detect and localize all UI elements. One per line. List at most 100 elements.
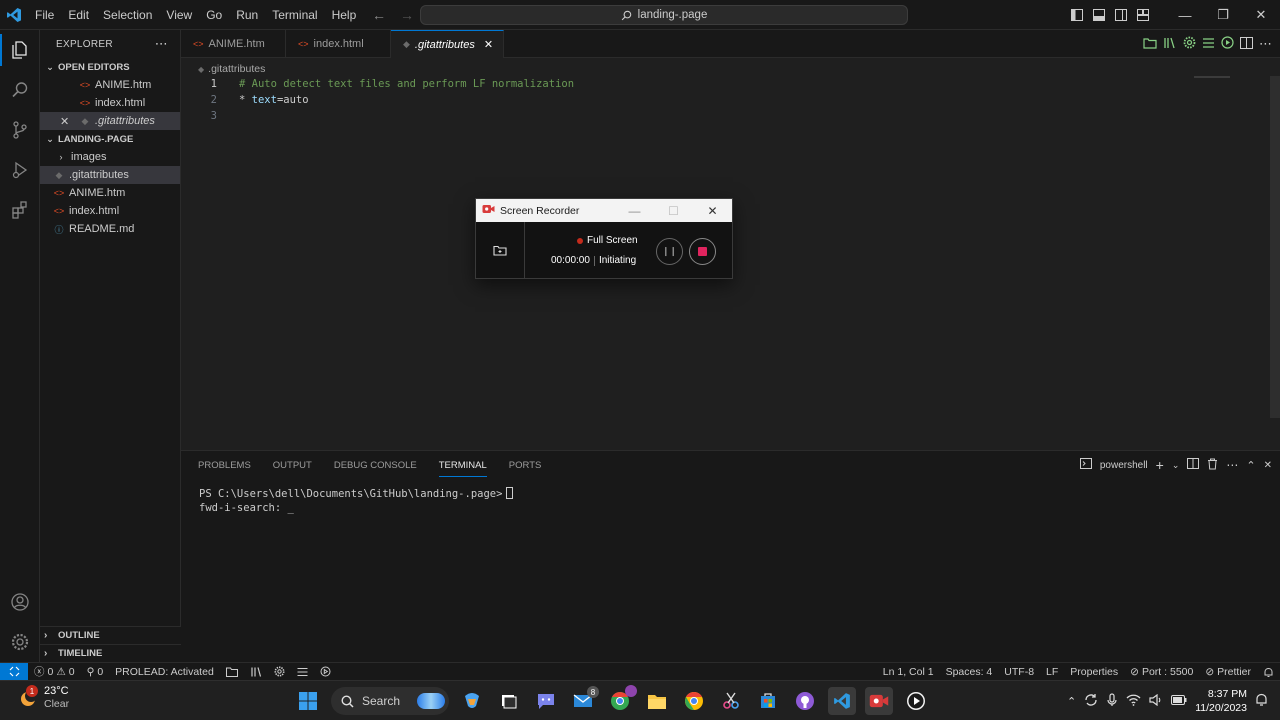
settings-gear-icon[interactable] — [268, 666, 291, 677]
encoding-status[interactable]: UTF-8 — [998, 666, 1040, 678]
explorer-icon[interactable] — [0, 30, 40, 70]
open-editor-gitattributes[interactable]: ✕ ◆ .gitattributes — [40, 112, 180, 130]
tab-debug-console[interactable]: DEBUG CONSOLE — [334, 451, 417, 479]
search-icon[interactable] — [0, 70, 40, 110]
more-actions-icon[interactable]: ⋯ — [1226, 458, 1238, 472]
sync-icon[interactable] — [1084, 693, 1098, 710]
copilot-icon[interactable] — [458, 687, 486, 715]
split-terminal-icon[interactable] — [1187, 458, 1200, 472]
start-windows-icon[interactable] — [294, 687, 322, 715]
prolead-status[interactable]: PROLEAD: Activated — [109, 666, 220, 678]
tab-terminal[interactable]: TERMINAL — [438, 451, 487, 479]
command-center-search[interactable]: landing-.page — [420, 5, 908, 25]
menu-run[interactable]: Run — [229, 0, 265, 30]
breadcrumb[interactable]: ◆ .gitattributes — [198, 62, 265, 76]
recorder-close-button[interactable]: ✕ — [693, 199, 732, 222]
ports-forwarded-status[interactable]: ⚲ 0 — [81, 666, 110, 678]
folder-section[interactable]: ⌄ LANDING-.PAGE — [40, 130, 180, 148]
snipping-tool-icon[interactable] — [717, 687, 745, 715]
trash-icon[interactable] — [1207, 458, 1218, 473]
weather-widget[interactable]: 1 23°C Clear — [18, 685, 69, 711]
menu-terminal[interactable]: Terminal — [265, 0, 324, 30]
close-editor-icon[interactable]: ✕ — [60, 115, 74, 128]
tab-output[interactable]: OUTPUT — [273, 451, 312, 479]
broadcast-icon[interactable] — [314, 666, 337, 677]
cursor-position[interactable]: Ln 1, Col 1 — [877, 666, 940, 678]
file-anime[interactable]: <> ANIME.htm — [40, 184, 180, 202]
microphone-icon[interactable] — [1106, 692, 1118, 710]
menu-help[interactable]: Help — [325, 0, 364, 30]
tab-index[interactable]: <> index.html — [286, 30, 391, 58]
forward-arrow-icon[interactable]: → — [400, 7, 414, 23]
library-icon[interactable] — [244, 666, 268, 677]
tab-ports[interactable]: PORTS — [509, 451, 542, 479]
screen-recorder-taskbar-icon[interactable] — [865, 687, 893, 715]
tab-gitattributes[interactable]: ◆ .gitattributes ✕ — [391, 30, 504, 58]
file-gitattributes[interactable]: ◆ .gitattributes — [40, 166, 180, 184]
language-mode[interactable]: Properties — [1064, 666, 1124, 678]
more-actions-icon[interactable]: ⋯ — [155, 36, 168, 52]
editor-scrollbar[interactable] — [1270, 76, 1280, 418]
prettier-status[interactable]: ⊘ Prettier — [1199, 666, 1257, 678]
maximize-panel-icon[interactable]: ⌃ — [1246, 459, 1255, 472]
chevron-down-icon[interactable]: ⌄ — [1172, 460, 1180, 471]
outline-section[interactable]: › OUTLINE — [40, 626, 181, 644]
split-editor-icon[interactable] — [1240, 36, 1253, 52]
open-editors-section[interactable]: ⌄ OPEN EDITORS — [40, 58, 180, 76]
terminal-output[interactable]: PS C:\Users\dell\Documents\GitHub\landin… — [199, 487, 514, 515]
pause-button[interactable]: ❙❙ — [656, 238, 683, 265]
menu-view[interactable]: View — [159, 0, 199, 30]
close-window-button[interactable]: ✕ — [1242, 0, 1280, 30]
media-player-icon[interactable] — [902, 687, 930, 715]
open-editor-index[interactable]: <> index.html — [40, 94, 180, 112]
tab-problems[interactable]: PROBLEMS — [198, 451, 251, 479]
recorder-minimize-button[interactable]: — — [615, 199, 654, 222]
ms-store-icon[interactable] — [754, 687, 782, 715]
recording-mode[interactable]: Full Screen — [577, 235, 638, 246]
stop-recording-button[interactable] — [689, 238, 716, 265]
menu-go[interactable]: Go — [199, 0, 229, 30]
vscode-taskbar-icon[interactable] — [828, 687, 856, 715]
chrome-icon[interactable] — [680, 687, 708, 715]
indentation-status[interactable]: Spaces: 4 — [940, 666, 999, 678]
remote-indicator-icon[interactable] — [0, 662, 28, 681]
volume-icon[interactable] — [1149, 693, 1163, 709]
live-server-status[interactable]: ⊘ Port : 5500 — [1124, 666, 1199, 678]
restore-window-button[interactable]: ❐ — [1204, 0, 1242, 30]
library-icon[interactable] — [1163, 37, 1177, 52]
list-icon[interactable] — [291, 667, 314, 677]
system-clock[interactable]: 8:37 PM 11/20/2023 — [1195, 687, 1247, 715]
folder-icon[interactable] — [220, 667, 244, 677]
close-panel-icon[interactable]: ✕ — [1264, 460, 1272, 471]
recorder-maximize-button[interactable]: ☐ — [654, 199, 693, 222]
tab-anime[interactable]: <> ANIME.htm — [181, 30, 286, 58]
eol-status[interactable]: LF — [1040, 666, 1064, 678]
toggle-secondary-sidebar-icon[interactable] — [1110, 0, 1132, 30]
menu-edit[interactable]: Edit — [61, 0, 96, 30]
file-index[interactable]: <> index.html — [40, 202, 180, 220]
run-and-debug-icon[interactable] — [0, 150, 40, 190]
new-terminal-icon[interactable]: + — [1156, 457, 1164, 473]
open-folder-icon[interactable] — [1143, 37, 1157, 52]
minimap[interactable] — [1194, 76, 1230, 78]
mail-icon[interactable]: 8 — [569, 686, 599, 715]
customize-layout-icon[interactable] — [1132, 0, 1154, 30]
file-readme[interactable]: ⓘ README.md — [40, 220, 180, 238]
teams-chat-icon[interactable] — [532, 687, 560, 715]
wifi-icon[interactable] — [1126, 694, 1141, 709]
close-tab-icon[interactable]: ✕ — [484, 38, 493, 51]
problems-status[interactable]: ⓧ 0 ⚠ 0 — [28, 664, 81, 679]
list-icon[interactable] — [1202, 37, 1215, 52]
chrome-profile-icon[interactable] — [606, 685, 637, 715]
accounts-icon[interactable] — [0, 582, 40, 622]
more-actions-icon[interactable]: ⋯ — [1259, 36, 1272, 52]
task-view-icon[interactable] — [495, 687, 523, 715]
menu-selection[interactable]: Selection — [96, 0, 159, 30]
minimize-window-button[interactable]: — — [1166, 0, 1204, 30]
go-live-icon[interactable] — [1221, 36, 1234, 52]
open-folder-button[interactable] — [476, 222, 525, 278]
notifications-bell-icon[interactable] — [1257, 667, 1280, 678]
open-editor-anime[interactable]: <> ANIME.htm — [40, 76, 180, 94]
settings-gear-icon[interactable] — [1183, 36, 1196, 52]
menu-file[interactable]: File — [28, 0, 61, 30]
